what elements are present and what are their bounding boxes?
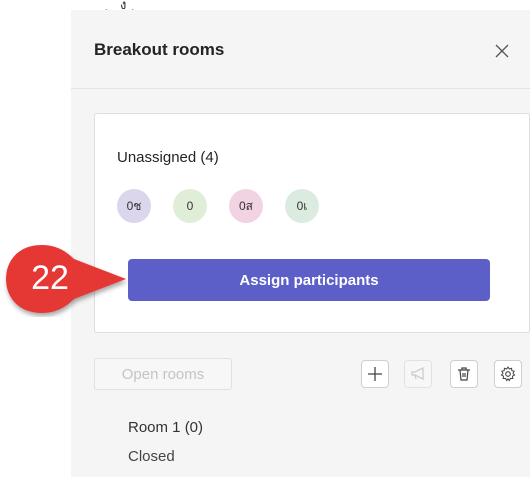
avatar[interactable]: 0 — [173, 189, 207, 223]
room-name[interactable]: Room 1 (0) — [128, 419, 203, 436]
add-room-button[interactable] — [361, 360, 389, 388]
trash-icon — [458, 367, 470, 381]
close-icon — [495, 44, 509, 58]
avatar[interactable]: 0เ — [285, 189, 319, 223]
open-rooms-button[interactable]: Open rooms — [94, 358, 232, 390]
room-status: Closed — [128, 448, 175, 465]
avatar[interactable]: 0ส — [229, 189, 263, 223]
announcement-button[interactable] — [404, 360, 432, 388]
avatar[interactable]: 0ช — [117, 189, 151, 223]
room-settings-button[interactable] — [494, 360, 522, 388]
breakout-rooms-panel: Breakout rooms Unassigned (4) 0ช 0 0ส 0เ… — [71, 10, 530, 477]
megaphone-icon — [411, 367, 424, 380]
header-divider — [71, 88, 530, 89]
gear-icon — [500, 366, 516, 382]
callout-number: 22 — [31, 259, 69, 297]
panel-title: Breakout rooms — [94, 40, 225, 59]
add-icon — [368, 367, 382, 381]
assign-participants-button[interactable]: Assign participants — [128, 259, 490, 301]
top-clipped-text: ู ุ ง ุ — [100, 0, 139, 10]
unassigned-card: Unassigned (4) 0ช 0 0ส 0เ Assign partici… — [94, 113, 530, 333]
delete-rooms-button[interactable] — [450, 360, 478, 388]
unassigned-title: Unassigned (4) — [117, 149, 219, 166]
close-button[interactable] — [489, 38, 515, 64]
